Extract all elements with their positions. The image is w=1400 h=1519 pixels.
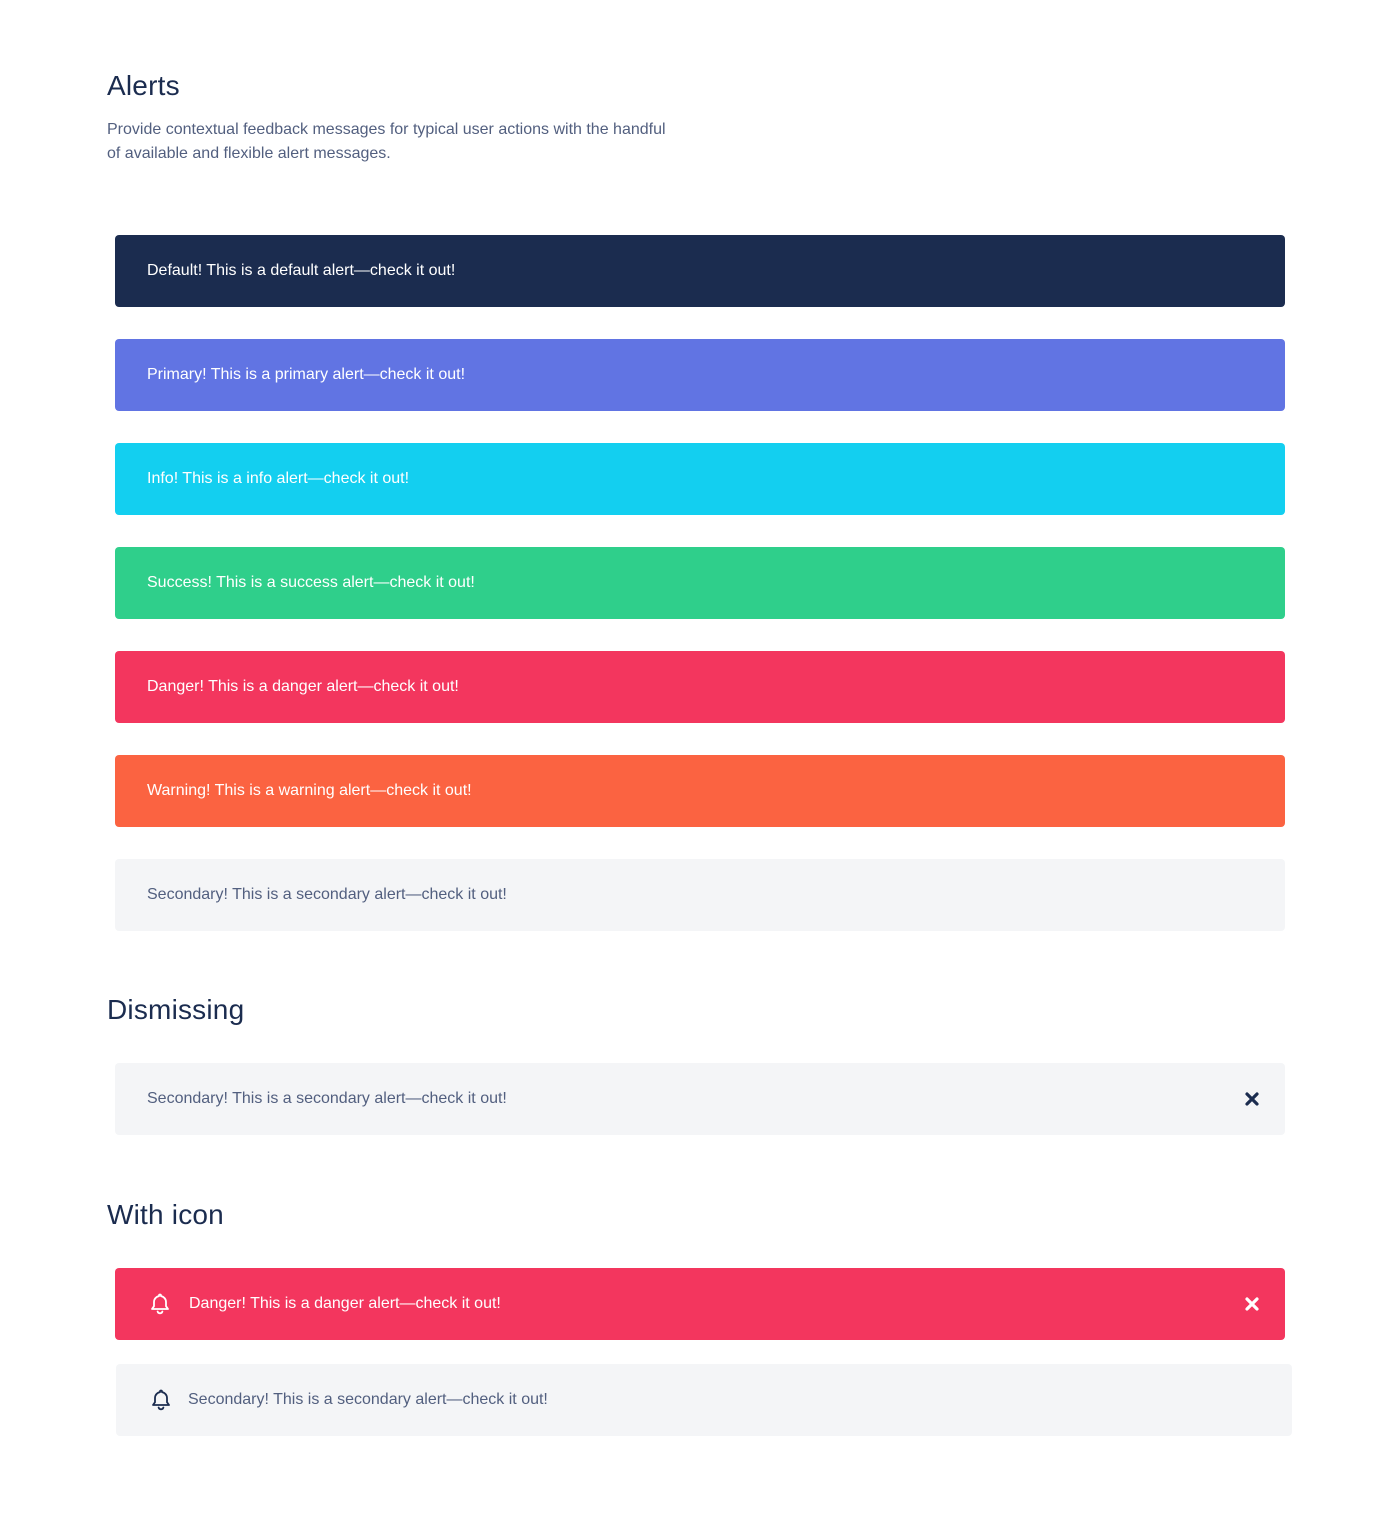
section-title-with-icon: With icon [107, 1199, 224, 1230]
bell-icon [148, 1387, 174, 1413]
alert-text: Success! This is a success alert—check i… [147, 574, 475, 591]
alert-dismissible-secondary: Secondary! This is a secondary alert—che… [115, 1063, 1285, 1135]
alert-text: Secondary! This is a secondary alert—che… [188, 1391, 548, 1408]
alert-with-icon-danger: Danger! This is a danger alert—check it … [115, 1268, 1285, 1340]
alert-default: Default! This is a default alert—check i… [115, 235, 1285, 307]
alert-info: Info! This is a info alert—check it out! [115, 443, 1285, 515]
bell-icon [147, 1291, 173, 1317]
alert-text: Info! This is a info alert—check it out! [147, 470, 410, 487]
alert-text: Warning! This is a warning alert—check i… [147, 782, 472, 799]
alerts-lead-text: Provide contextual feedback messages for… [107, 121, 666, 162]
alert-text: Secondary! This is a secondary alert—che… [147, 886, 507, 903]
alert-success: Success! This is a success alert—check i… [115, 547, 1285, 619]
section-title-dismissing: Dismissing [107, 994, 245, 1025]
alert-text: Primary! This is a primary alert—check i… [147, 366, 466, 383]
alert-text: Danger! This is a danger alert—check it … [147, 678, 459, 695]
alert-text: Secondary! This is a secondary alert—che… [147, 1090, 507, 1107]
alert-text: Default! This is a default alert—check i… [147, 262, 456, 279]
alert-text: Danger! This is a danger alert—check it … [189, 1295, 501, 1312]
alert-with-icon-secondary: Secondary! This is a secondary alert—che… [116, 1364, 1292, 1436]
alert-warning: Warning! This is a warning alert—check i… [115, 755, 1285, 827]
alert-secondary: Secondary! This is a secondary alert—che… [115, 859, 1285, 931]
close-icon[interactable] [1241, 1293, 1263, 1315]
alert-danger: Danger! This is a danger alert—check it … [115, 651, 1285, 723]
section-title-alerts: Alerts [107, 70, 180, 101]
alert-primary: Primary! This is a primary alert—check i… [115, 339, 1285, 411]
close-icon[interactable] [1241, 1088, 1263, 1110]
